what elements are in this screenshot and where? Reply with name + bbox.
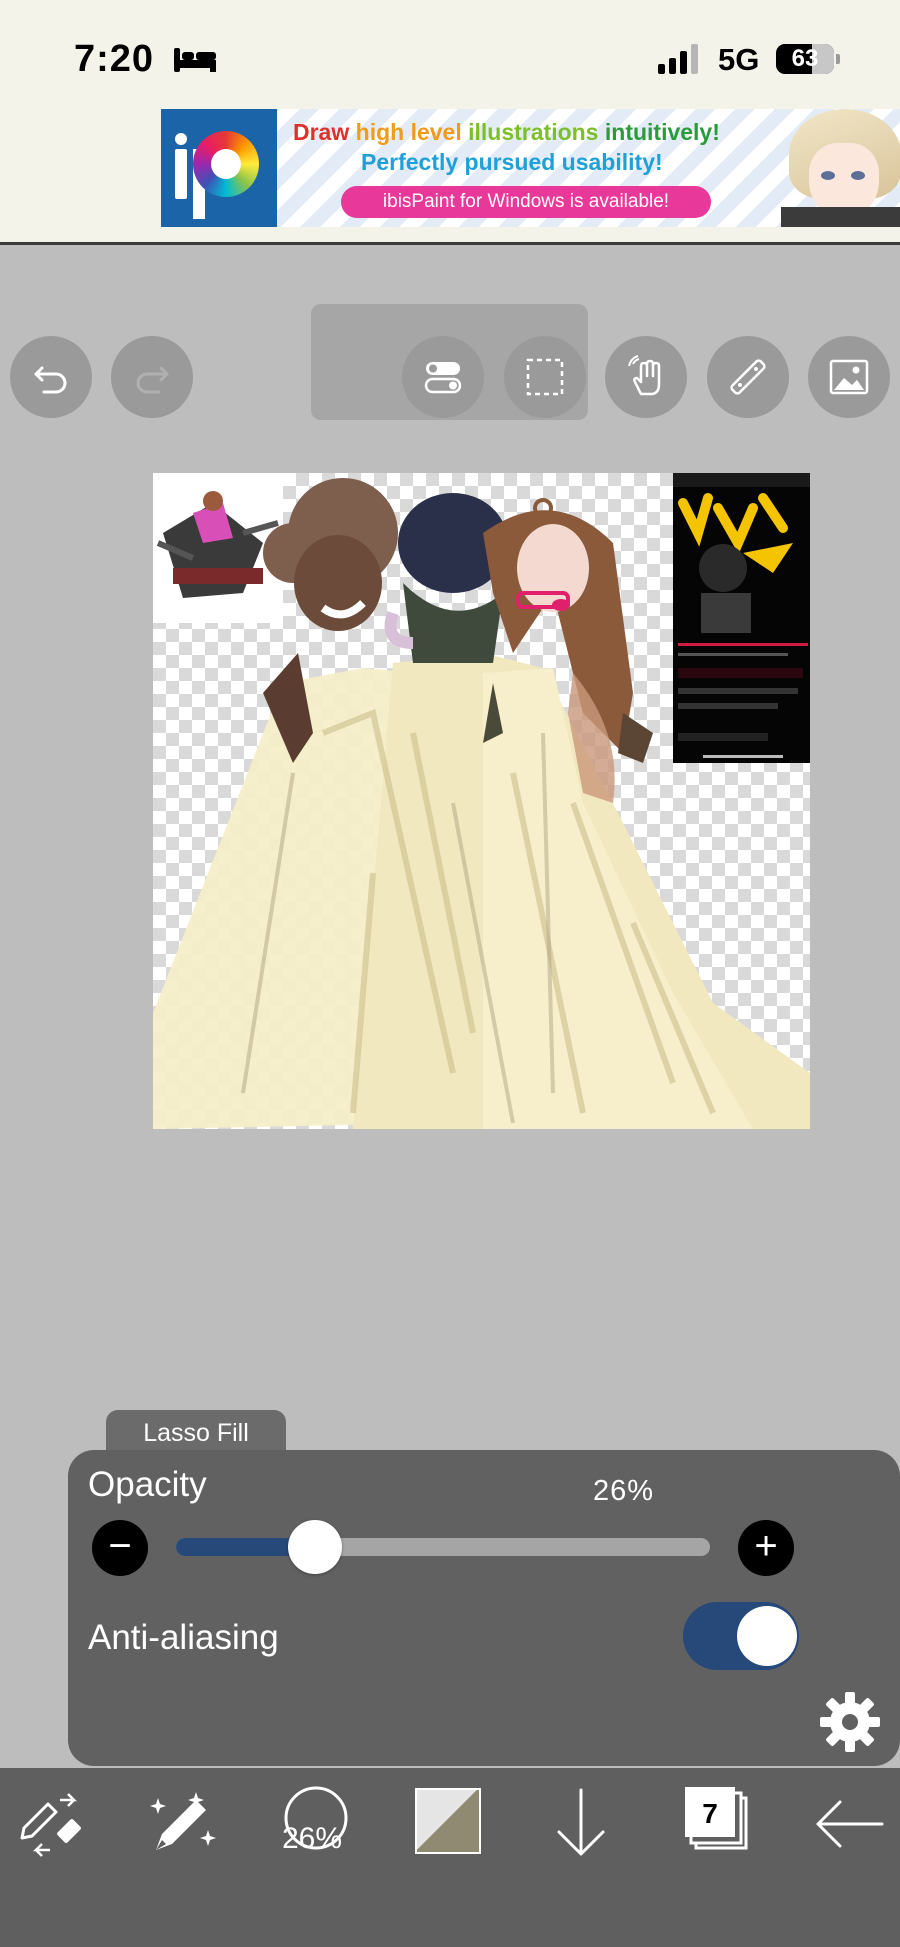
ad-headline-word: high level bbox=[355, 119, 469, 145]
magic-brush-icon[interactable] bbox=[142, 1784, 222, 1864]
selection-tool-button[interactable] bbox=[504, 336, 586, 418]
image-icon bbox=[829, 359, 869, 395]
ad-banner[interactable]: Draw high level illustrations intuitivel… bbox=[161, 109, 900, 227]
opacity-slider[interactable] bbox=[176, 1538, 710, 1556]
ruler-icon bbox=[730, 359, 766, 395]
gear-icon[interactable] bbox=[818, 1690, 882, 1754]
antialiasing-label: Anti-aliasing bbox=[88, 1618, 279, 1657]
tool-swap-icon[interactable] bbox=[14, 1784, 94, 1864]
battery-level: 63 bbox=[791, 45, 819, 72]
ad-headline-word: illustrations bbox=[468, 119, 605, 145]
opacity-value: 26% bbox=[593, 1475, 655, 1507]
image-tool-button[interactable] bbox=[808, 336, 890, 418]
drawing-canvas[interactable] bbox=[153, 473, 810, 1129]
toggle-tool-button[interactable] bbox=[402, 336, 484, 418]
undo-icon bbox=[34, 366, 67, 394]
back-arrow-icon[interactable] bbox=[808, 1784, 888, 1864]
antialiasing-toggle[interactable] bbox=[683, 1602, 799, 1670]
ad-area: Draw high level illustrations intuitivel… bbox=[0, 105, 900, 245]
toggle-knob bbox=[737, 1606, 797, 1666]
opacity-slider-thumb[interactable] bbox=[288, 1520, 342, 1574]
ad-cta-pill[interactable]: ibisPaint for Windows is available! bbox=[341, 186, 711, 218]
brush-size-value: 26% bbox=[282, 1822, 343, 1855]
bed-icon bbox=[174, 48, 216, 72]
artwork bbox=[153, 473, 810, 1129]
battery-icon: 63 bbox=[776, 44, 840, 74]
ad-character-image bbox=[781, 109, 900, 227]
opacity-label: Opacity bbox=[88, 1465, 207, 1504]
redo-button[interactable] bbox=[111, 336, 193, 418]
network-type: 5G bbox=[718, 42, 760, 77]
opacity-increase-button[interactable]: + bbox=[738, 1520, 794, 1576]
ad-headline-word: intuitively! bbox=[604, 119, 720, 145]
ruler-tool-button[interactable] bbox=[707, 336, 789, 418]
ad-headline: Draw high level illustrations intuitivel… bbox=[293, 119, 720, 146]
redo-icon bbox=[136, 366, 169, 394]
signal-icon bbox=[658, 44, 698, 74]
hand-icon bbox=[628, 355, 661, 396]
layer-count: 7 bbox=[702, 1798, 718, 1829]
download-arrow-icon[interactable] bbox=[541, 1784, 621, 1864]
hand-tool-button[interactable] bbox=[605, 336, 687, 418]
undo-button[interactable] bbox=[10, 336, 92, 418]
ibispaint-logo bbox=[161, 109, 277, 227]
color-swatch[interactable] bbox=[415, 1788, 481, 1854]
ad-subheadline: Perfectly pursued usability! bbox=[361, 149, 663, 175]
selection-icon bbox=[526, 358, 564, 396]
ad-headline-word: Draw bbox=[293, 119, 356, 145]
opacity-decrease-button[interactable]: − bbox=[92, 1520, 148, 1576]
status-time: 7:20 bbox=[74, 38, 155, 80]
toggle-icon bbox=[424, 362, 462, 394]
status-bar: 7:20 5G 63 bbox=[0, 0, 900, 105]
